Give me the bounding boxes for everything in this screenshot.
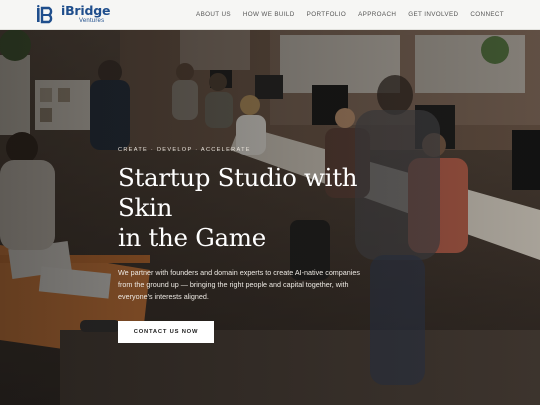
hero-eyebrow: CREATE · DEVELOP · ACCELERATE [118,147,251,153]
nav-get-involved[interactable]: GET INVOLVED [408,11,458,18]
site-header: iBridge Ventures ABOUT US HOW WE BUILD P… [0,0,540,30]
nav-approach[interactable]: APPROACH [358,11,396,18]
hero-subhead: We partner with founders and domain expe… [118,268,360,301]
hero-headline-line-1: Startup Studio with Skin [118,163,358,222]
nav-about-us[interactable]: ABOUT US [196,11,231,18]
nav-how-we-build[interactable]: HOW WE BUILD [243,11,295,18]
hero-section: CREATE · DEVELOP · ACCELERATE Startup St… [0,30,540,405]
nav-portfolio[interactable]: PORTFOLIO [307,11,346,18]
hero-headline-line-2: in the Game [118,223,266,252]
hero-headline: Startup Studio with Skin in the Game [118,163,418,253]
brand-name: iBridge [61,2,111,18]
main-nav: ABOUT US HOW WE BUILD PORTFOLIO APPROACH… [196,11,504,18]
contact-us-button[interactable]: CONTACT US NOW [118,321,214,343]
nav-connect[interactable]: CONNECT [470,11,504,18]
brand-logo[interactable]: iBridge Ventures [36,2,111,25]
logo-mark-icon [37,4,53,23]
hero-content: CREATE · DEVELOP · ACCELERATE Startup St… [118,147,418,343]
brand-sub: Ventures [79,18,105,25]
